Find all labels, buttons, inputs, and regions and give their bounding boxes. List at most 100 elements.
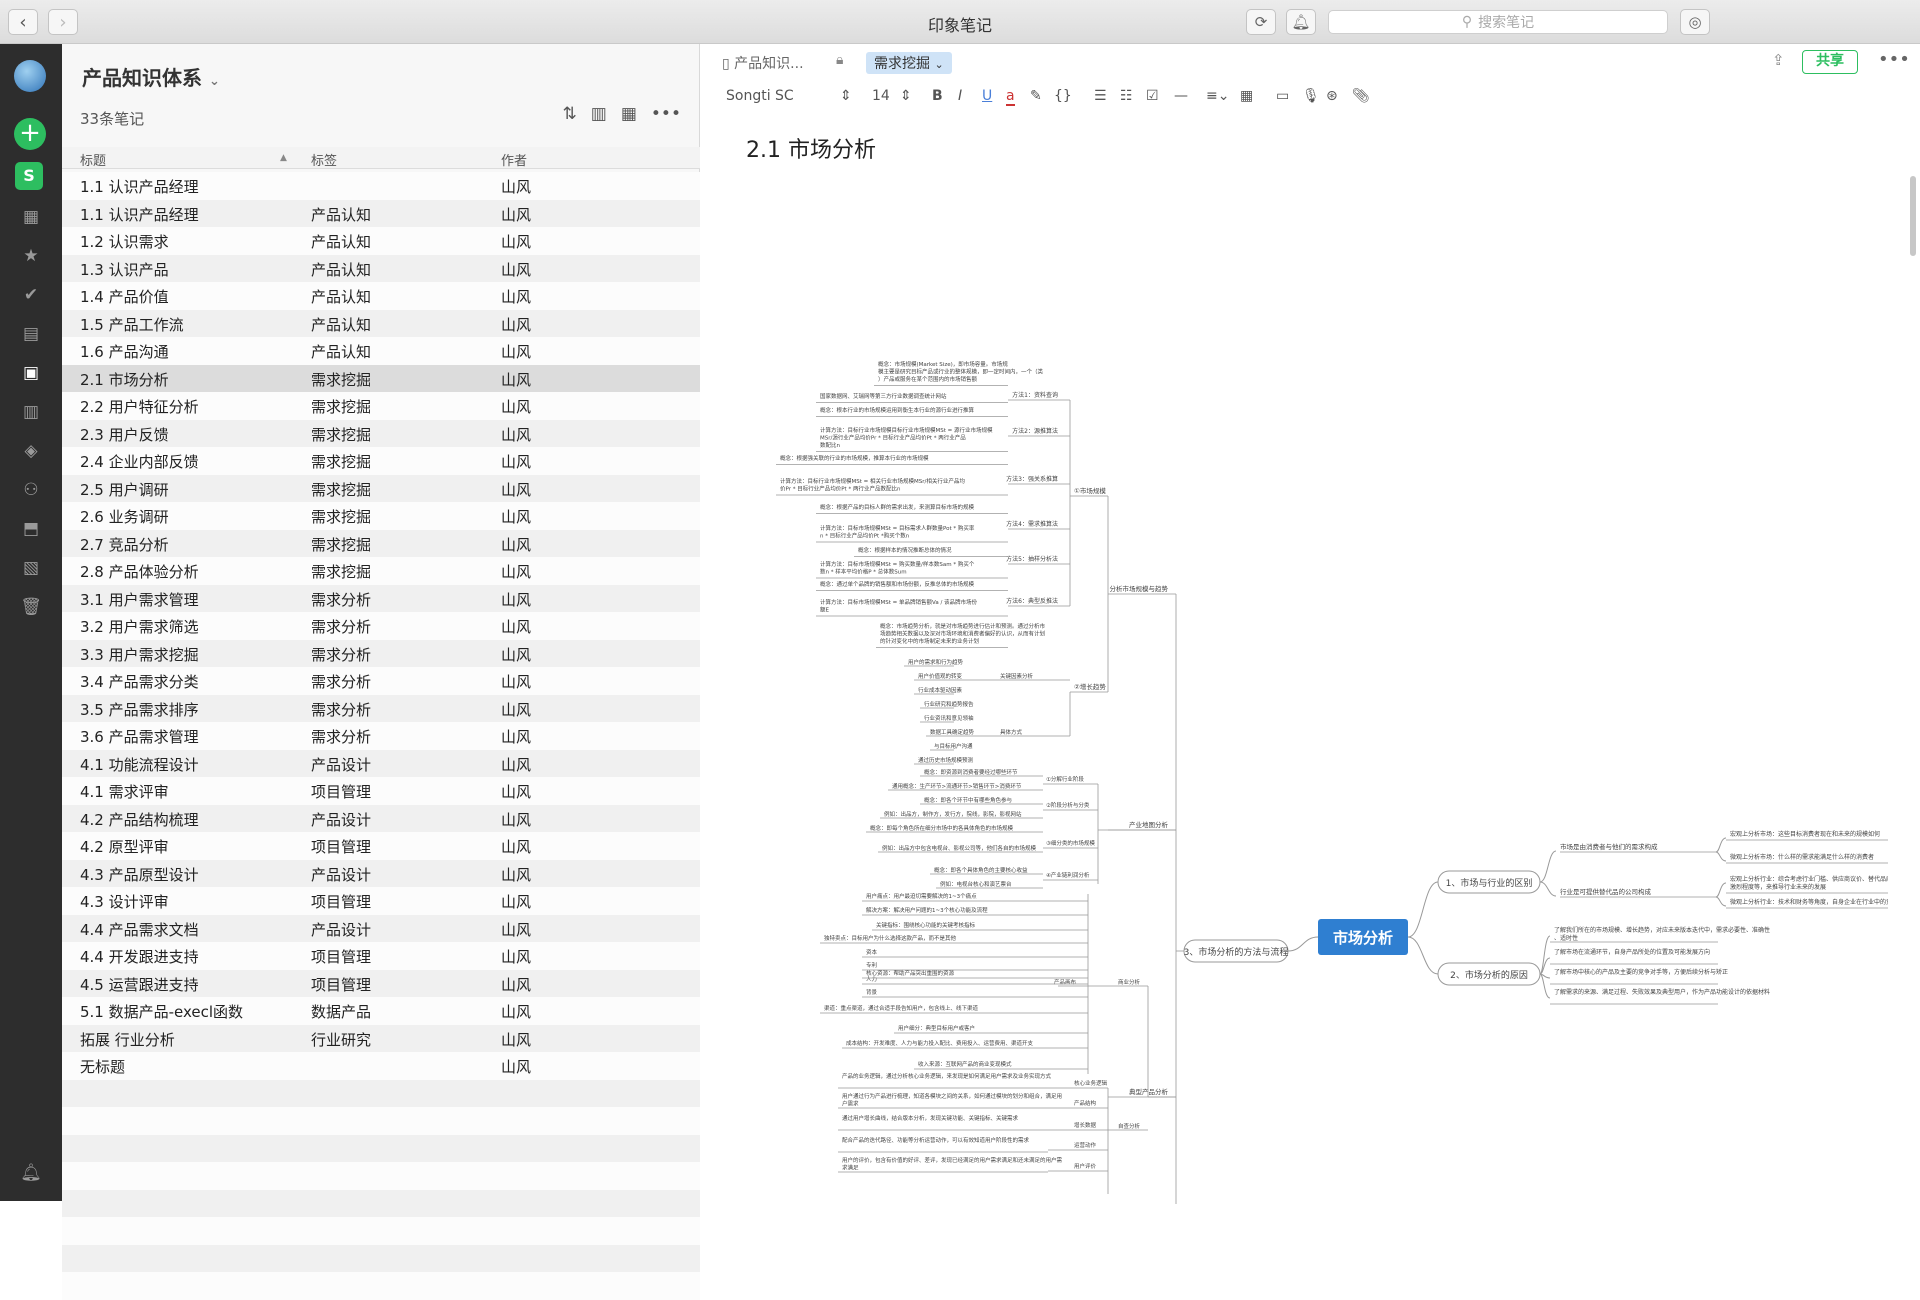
note-text: 微观上分析行业：技术和财务等角度，自身企业在行业中的竞争力	[1730, 898, 1888, 906]
note-tag-cell: 需求分析	[311, 700, 372, 719]
more-icon[interactable]: •••	[651, 104, 681, 124]
sidebar-item-notes[interactable]: ▣	[0, 358, 62, 388]
sync-button[interactable]: ⟳	[1246, 9, 1276, 35]
sidebar-item-tasks[interactable]: ✔	[0, 280, 62, 310]
note-row[interactable]: 3.3 用户需求挖掘 需求分析 山风	[62, 639, 700, 667]
canvas-text: 成本结构：开发难度、人力与能力投入配比、费用投入、运营费用、渠道开支	[846, 1039, 1034, 1047]
note-row[interactable]: 2.5 用户调研 需求挖掘 山风	[62, 474, 700, 502]
note-row[interactable]: 4.5 运营跟进支持 项目管理 山风	[62, 969, 700, 997]
notebook-info-icon[interactable]: ▦	[621, 104, 637, 124]
note-row[interactable]: 2.1 市场分析 需求挖掘 山风	[62, 364, 700, 392]
note-row[interactable]: 2.3 用户反馈 需求挖掘 山风	[62, 419, 700, 447]
note-row[interactable]: 1.2 认识需求 产品认知 山风	[62, 227, 700, 255]
col-tag[interactable]: 标签	[311, 150, 337, 169]
note-row[interactable]: 2.7 竞品分析 需求挖掘 山风	[62, 529, 700, 557]
method-label: 核心业务逻辑	[1074, 1079, 1108, 1087]
note-row[interactable]: 无标题 山风	[62, 1052, 700, 1080]
font-select[interactable]: Songti SC	[726, 88, 794, 104]
avatar[interactable]	[14, 60, 46, 92]
sidebar-item-tags[interactable]: ⬒	[0, 514, 62, 544]
lock-icon[interactable]: 🔒︎	[836, 52, 843, 68]
checklist-icon[interactable]: ☑	[1146, 88, 1159, 104]
note-row[interactable]: 3.5 产品需求排序 需求分析 山风	[62, 694, 700, 722]
search-box[interactable]: ⚲ 搜索笔记	[1328, 10, 1668, 34]
note-row[interactable]: 4.3 设计评审 项目管理 山风	[62, 887, 700, 915]
numbered-list-icon[interactable]: ☷	[1120, 88, 1133, 104]
sidebar-item-shared[interactable]: ⚇	[0, 475, 62, 505]
font-color-icon[interactable]: a	[1006, 88, 1015, 106]
note-row[interactable]: 4.1 功能流程设计 产品设计 山风	[62, 749, 700, 777]
note-row[interactable]: 3.6 产品需求管理 需求分析 山风	[62, 722, 700, 750]
shortcut-s-button[interactable]: S	[15, 162, 43, 190]
note-row[interactable]: 2.4 企业内部反馈 需求挖掘 山风	[62, 447, 700, 475]
note-row[interactable]: 4.2 原型评审 项目管理 山风	[62, 832, 700, 860]
new-note-button[interactable]: +	[14, 118, 46, 150]
note-row[interactable]: 4.3 产品原型设计 产品设计 山风	[62, 859, 700, 887]
align-icon[interactable]: ≡⌄	[1206, 88, 1229, 104]
italic-icon[interactable]: I	[958, 88, 962, 104]
note-list-panel: 产品知识体系 ⌄ 33条笔记 ⇅ ▥ ▦ ••• 标题 ▲ 标签 作者 1.1 …	[62, 44, 700, 1300]
note-row[interactable]: 4.1 需求评审 项目管理 山风	[62, 777, 700, 805]
highlight-icon[interactable]: ✎	[1030, 88, 1042, 104]
note-row[interactable]: 2.2 用户特征分析 需求挖掘 山风	[62, 392, 700, 420]
code-icon[interactable]: {}	[1054, 88, 1072, 104]
concept-text: 国家数据网、艾瑞网等第三方行业数据调查统计网站	[820, 392, 947, 400]
note-row[interactable]: 3.4 产品需求分类 需求分析 山风	[62, 667, 700, 695]
note-title-cell: 2.7 竞品分析	[80, 535, 169, 554]
note-row[interactable]: 4.4 开发跟进支持 项目管理 山风	[62, 942, 700, 970]
note-line	[1715, 837, 1727, 853]
note-row[interactable]: 1.4 产品价值 产品认知 山风	[62, 282, 700, 310]
bullet-list-icon[interactable]: ☰	[1094, 88, 1107, 104]
note-title[interactable]: 2.1 市场分析	[746, 132, 876, 164]
note-row[interactable]: 1.1 认识产品经理 产品认知 山风	[62, 199, 700, 227]
font-size-select[interactable]: 14	[872, 88, 890, 104]
sidebar-item-home[interactable]: ▦	[0, 202, 62, 232]
account-button[interactable]: ◎	[1680, 9, 1710, 35]
view-icon[interactable]: ▥	[591, 104, 607, 124]
col-title[interactable]: 标题	[80, 150, 106, 169]
underline-icon[interactable]: U	[982, 88, 992, 104]
sidebar-item-work[interactable]: ◈	[0, 436, 62, 466]
note-author-cell: 山风	[501, 1058, 532, 1076]
note-title-cell: 4.1 需求评审	[80, 783, 169, 801]
table-icon[interactable]: ▦	[1240, 88, 1253, 104]
note-tag[interactable]: 需求挖掘 ⌄	[866, 52, 952, 74]
mic-icon[interactable]: 🎙︎	[1302, 88, 1320, 104]
empty-row	[62, 1272, 700, 1300]
note-row[interactable]: 1.1 认识产品经理 山风	[62, 172, 700, 200]
note-row[interactable]: 2.6 业务调研 需求挖掘 山风	[62, 502, 700, 530]
share-button[interactable]: 共享	[1802, 50, 1858, 74]
bold-icon[interactable]: B	[932, 88, 943, 104]
note-row[interactable]: 5.1 数据产品-execl函数 数据产品 山风	[62, 997, 700, 1025]
sidebar-item-trash[interactable]: 🗑︎	[0, 592, 62, 622]
notifications-button[interactable]: 🔔︎	[1286, 9, 1316, 35]
note-row[interactable]: 4.2 产品结构梳理 产品设计 山风	[62, 804, 700, 832]
sidebar-item-notifications[interactable]: 🔔︎	[0, 1158, 62, 1188]
note-title-cell: 2.4 企业内部反馈	[80, 453, 199, 471]
sidebar-item-templates[interactable]: ▧	[0, 553, 62, 583]
sort-icon[interactable]: ⇅	[563, 104, 577, 124]
note-row[interactable]: 4.4 产品需求文档 产品设计 山风	[62, 914, 700, 942]
sidebar-item-shortcuts[interactable]: ★	[0, 241, 62, 271]
method-label: 用户评价	[1074, 1162, 1097, 1170]
note-row[interactable]: 1.3 认识产品 产品认知 山风	[62, 254, 700, 282]
breadcrumb[interactable]: ▯ 产品知识...	[722, 53, 804, 73]
calendar-icon[interactable]: ▭	[1276, 88, 1289, 104]
more-icon[interactable]: •••	[1878, 49, 1910, 70]
note-row[interactable]: 2.8 产品体验分析 需求挖掘 山风	[62, 557, 700, 585]
sidebar-item-notebooks[interactable]: ▥	[0, 397, 62, 427]
divider-icon[interactable]: —	[1174, 88, 1188, 104]
sketch-icon[interactable]: ⊛	[1326, 88, 1338, 104]
attachment-icon[interactable]: 📎︎	[1352, 88, 1370, 104]
note-row[interactable]: 1.6 产品沟通 产品认知 山风	[62, 337, 700, 365]
note-row[interactable]: 1.5 产品工作流 产品认知 山风	[62, 309, 700, 337]
notebook-title[interactable]: 产品知识体系 ⌄	[82, 62, 220, 91]
note-row[interactable]: 3.1 用户需求管理 需求分析 山风	[62, 584, 700, 612]
branch-node-label: 1、市场与行业的区别	[1446, 877, 1533, 889]
scrollbar[interactable]	[1910, 176, 1916, 256]
export-icon[interactable]: ⇪	[1772, 51, 1785, 69]
note-row[interactable]: 3.2 用户需求筛选 需求分析 山风	[62, 612, 700, 640]
note-row[interactable]: 拓展 行业分析 行业研究 山风	[62, 1024, 700, 1052]
col-author[interactable]: 作者	[501, 150, 527, 169]
sidebar-item-spaces[interactable]: ▤	[0, 319, 62, 349]
